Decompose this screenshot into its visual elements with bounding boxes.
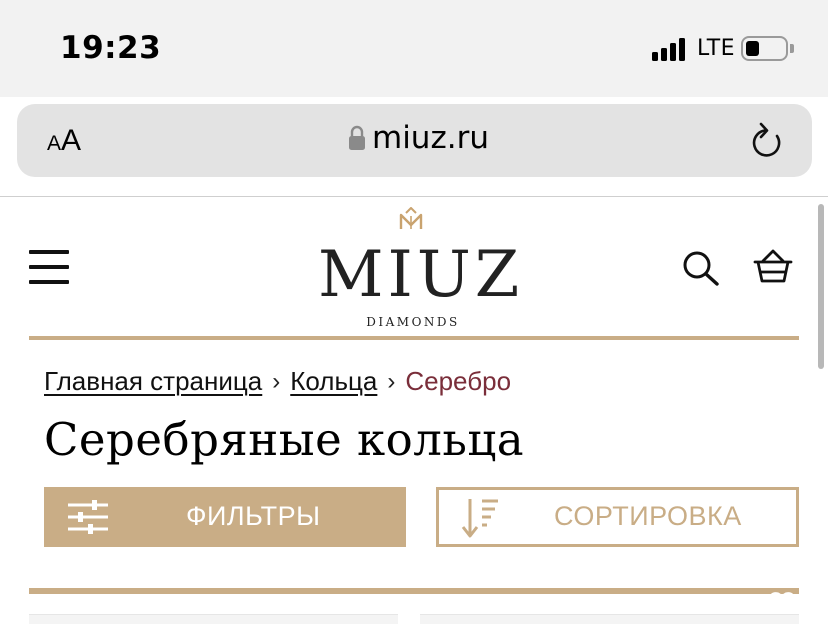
filters-label: ФИЛЬТРЫ: [186, 501, 321, 531]
page-title: Серебряные кольца: [44, 413, 525, 466]
scrollbar[interactable]: [818, 204, 824, 369]
brand-logo[interactable]: MIUZ: [318, 243, 519, 307]
network-type: LTE: [697, 36, 736, 61]
search-icon[interactable]: [682, 250, 720, 286]
battery-icon: [741, 36, 788, 61]
lock-icon: [349, 125, 365, 150]
text-size-small-glyph: A: [47, 132, 62, 155]
favorite-icon[interactable]: [766, 590, 798, 602]
sort-button[interactable]: СОРТИРОВКА: [436, 487, 799, 547]
breadcrumb: Главная страница › Кольца › Серебро: [44, 366, 511, 397]
basket-icon[interactable]: [752, 248, 794, 284]
sort-label: СОРТИРОВКА: [554, 501, 742, 531]
status-time: 19:23: [60, 30, 162, 66]
breadcrumb-chevron-icon: ›: [387, 367, 396, 395]
text-size-button[interactable]: AA: [47, 124, 81, 158]
header-divider: [29, 336, 799, 340]
signal-bars-icon: [652, 37, 690, 61]
breadcrumb-current: Серебро: [405, 366, 512, 396]
brand-subtitle: DIAMONDS: [366, 315, 460, 329]
menu-icon[interactable]: [29, 250, 69, 284]
logo-mark-icon: [399, 207, 423, 229]
breadcrumb-home-link[interactable]: Главная страница: [44, 366, 262, 397]
filters-button[interactable]: ФИЛЬТРЫ: [44, 487, 406, 547]
url-display[interactable]: miuz.ru: [348, 120, 489, 156]
breadcrumb-rings-link[interactable]: Кольца: [290, 366, 377, 397]
text-size-large-glyph: A: [61, 124, 82, 157]
catalog-divider: [29, 588, 799, 594]
reload-icon[interactable]: [748, 120, 786, 160]
breadcrumb-chevron-icon: ›: [272, 367, 281, 395]
sliders-icon: [68, 500, 108, 534]
toolbar-divider: [0, 196, 828, 197]
battery-tip: [790, 44, 794, 53]
url-text: miuz.ru: [372, 120, 489, 156]
sort-descending-icon: [461, 499, 498, 538]
